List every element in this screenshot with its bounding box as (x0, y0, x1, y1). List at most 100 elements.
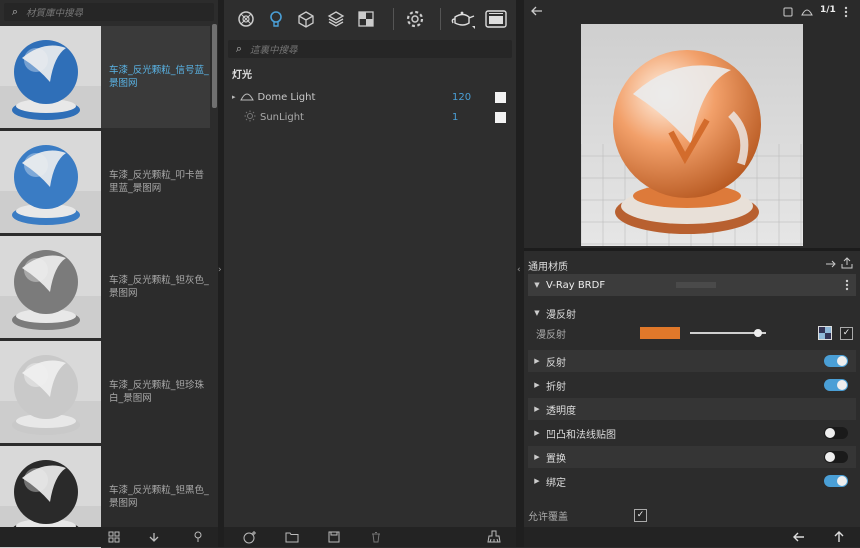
property-label: 反射 (546, 357, 566, 369)
material-editor-panel: 1/1 通用材质 ▼ V-Ray BRDF ▼ 漫反射 漫反射 ✓ ▶ 反射 ▶… (524, 0, 860, 547)
brdf-label: V-Ray BRDF (546, 279, 606, 291)
right-splitter[interactable]: ‹ (516, 0, 524, 547)
property-row[interactable]: ▶ 置换 (528, 446, 856, 468)
frame-buffer-icon[interactable] (484, 8, 508, 30)
expand-arrow-icon[interactable]: ▶ (532, 381, 542, 389)
pin-icon[interactable] (191, 530, 205, 544)
property-row[interactable]: ▶ 折射 (528, 374, 856, 396)
settings-gear-icon[interactable] (404, 8, 426, 30)
expand-arrow-icon[interactable]: ▶ (532, 453, 542, 461)
expand-arrow-icon[interactable]: ▸ (232, 93, 236, 101)
preview-scene-icon[interactable] (800, 6, 814, 18)
texture-map-icon[interactable] (818, 326, 832, 340)
collapse-left-icon[interactable]: › (218, 265, 222, 275)
toolbar-separator (393, 8, 394, 30)
material-thumbnail (0, 341, 101, 443)
expand-arrow-icon[interactable]: ▶ (532, 477, 542, 485)
cleanup-icon[interactable] (486, 529, 502, 545)
expand-arrow-icon[interactable]: ▶ (532, 405, 542, 413)
material-search-placeholder: 材質庫中搜尋 (26, 8, 84, 19)
property-row[interactable]: ▶ 凹凸和法线贴图 (528, 422, 856, 444)
light-intensity[interactable]: 1 (452, 112, 458, 123)
property-toggle[interactable] (824, 427, 848, 439)
delete-icon[interactable] (368, 529, 384, 545)
toolbar-separator (440, 8, 441, 30)
asset-search-input[interactable]: ⌕ 這裏中搜尋 (228, 40, 512, 58)
light-row-sun[interactable]: SunLight 1 (224, 108, 516, 126)
import-icon[interactable] (147, 530, 161, 544)
material-list-item[interactable]: 车漆_反光颗粒_信号蓝_景图网 (0, 26, 210, 128)
collapse-right-icon[interactable]: ‹ (517, 265, 521, 275)
export-icon[interactable] (840, 256, 854, 270)
material-label: 车漆_反光颗粒_钽灰色_景图网 (109, 275, 209, 299)
material-label: 车漆_反光颗粒_叩卡普里蓝_景图网 (109, 170, 205, 194)
material-list-item[interactable]: 车漆_反光颗粒_叩卡普里蓝_景图网 (0, 131, 210, 233)
light-name: SunLight (260, 111, 304, 123)
preview-divider[interactable] (524, 248, 860, 251)
arrow-left-icon[interactable] (792, 530, 806, 544)
diffuse-row: 漫反射 ✓ (528, 322, 856, 344)
allow-override-label: 允许覆盖 (528, 511, 568, 523)
allow-override-checkbox[interactable]: ✓ (634, 508, 647, 522)
material-list-scrollbar[interactable] (212, 24, 217, 108)
diffuse-enable-checkbox[interactable]: ✓ (840, 326, 853, 340)
toggle-knob (837, 476, 847, 486)
asset-search-placeholder: 這裏中搜尋 (250, 45, 298, 56)
more-options-icon[interactable] (840, 5, 852, 19)
collapse-arrow-icon[interactable]: ▼ (532, 281, 542, 289)
brdf-layer-header[interactable]: ▼ V-Ray BRDF (528, 274, 856, 296)
material-list-item[interactable]: 车漆_反光颗粒_钽灰色_景图网 (0, 236, 210, 338)
arrow-up-icon[interactable] (832, 530, 846, 544)
open-folder-icon[interactable] (284, 529, 300, 545)
search-icon: ⌕ (11, 5, 19, 18)
property-toggle[interactable] (824, 475, 848, 487)
diffuse-color-swatch[interactable] (640, 327, 680, 339)
pin-arrow-icon[interactable] (824, 258, 838, 270)
light-color-swatch[interactable] (495, 111, 506, 123)
add-light-icon[interactable] (242, 529, 258, 545)
material-library-panel: ⌕ 材質庫中搜尋 车漆_反光颗粒_信号蓝_景图网车漆_反光颗粒_叩卡普里蓝_景图… (0, 0, 218, 548)
save-icon[interactable] (326, 529, 342, 545)
preview-frame-icon[interactable] (782, 6, 794, 18)
expand-arrow-icon[interactable]: ▶ (532, 429, 542, 437)
render-teapot-icon[interactable] (450, 8, 476, 30)
search-icon: ⌕ (235, 42, 243, 55)
allow-override-row: 允许覆盖 ✓ (528, 504, 856, 526)
preview-area: 1/1 (524, 0, 860, 248)
material-label: 车漆_反光颗粒_钽黑色_景图网 (109, 485, 209, 509)
grid-view-icon[interactable] (107, 530, 121, 544)
diffuse-slider-track[interactable] (690, 329, 766, 337)
materials-tab-icon[interactable] (236, 9, 256, 29)
lights-tab-icon[interactable] (266, 9, 286, 29)
diffuse-slider-knob[interactable] (754, 329, 763, 337)
toggle-knob (837, 380, 847, 390)
collapse-arrow-icon[interactable]: ▼ (532, 309, 542, 317)
material-list-item[interactable]: 车漆_反光颗粒_钽珍珠白_景图网 (0, 341, 210, 443)
lights-section-title: 灯光 (232, 70, 252, 81)
toggle-knob (837, 356, 847, 366)
light-name: Dome Light (257, 91, 316, 103)
material-label: 车漆_反光颗粒_钽珍珠白_景图网 (109, 380, 205, 404)
property-toggle[interactable] (824, 379, 848, 391)
diffuse-group-header[interactable]: ▼ 漫反射 (528, 302, 856, 324)
material-thumbnail (0, 236, 101, 338)
property-row[interactable]: ▶ 反射 (528, 350, 856, 372)
light-row-dome[interactable]: ▸ Dome Light 120 (224, 88, 516, 106)
layers-tab-icon[interactable] (326, 9, 346, 29)
material-search-input[interactable]: ⌕ 材質庫中搜尋 (4, 3, 214, 21)
property-toggle[interactable] (824, 451, 848, 463)
left-bottom-toolbar (0, 527, 218, 547)
expand-arrow-icon[interactable]: ▶ (532, 357, 542, 365)
property-label: 折射 (546, 381, 566, 393)
property-row[interactable]: ▶ 绑定 (528, 470, 856, 492)
asset-editor-panel: ⌕ 這裏中搜尋 灯光 ▸ Dome Light 120 SunLight 1 (224, 0, 516, 547)
layer-menu-icon[interactable] (844, 278, 850, 292)
property-toggle[interactable] (824, 355, 848, 367)
material-thumbnail (0, 131, 101, 233)
property-row[interactable]: ▶ 透明度 (528, 398, 856, 420)
light-color-swatch[interactable] (495, 91, 506, 103)
light-intensity[interactable]: 120 (452, 92, 471, 103)
textures-tab-icon[interactable] (356, 9, 376, 29)
back-arrow-icon[interactable] (530, 5, 544, 17)
geometry-tab-icon[interactable] (296, 9, 316, 29)
